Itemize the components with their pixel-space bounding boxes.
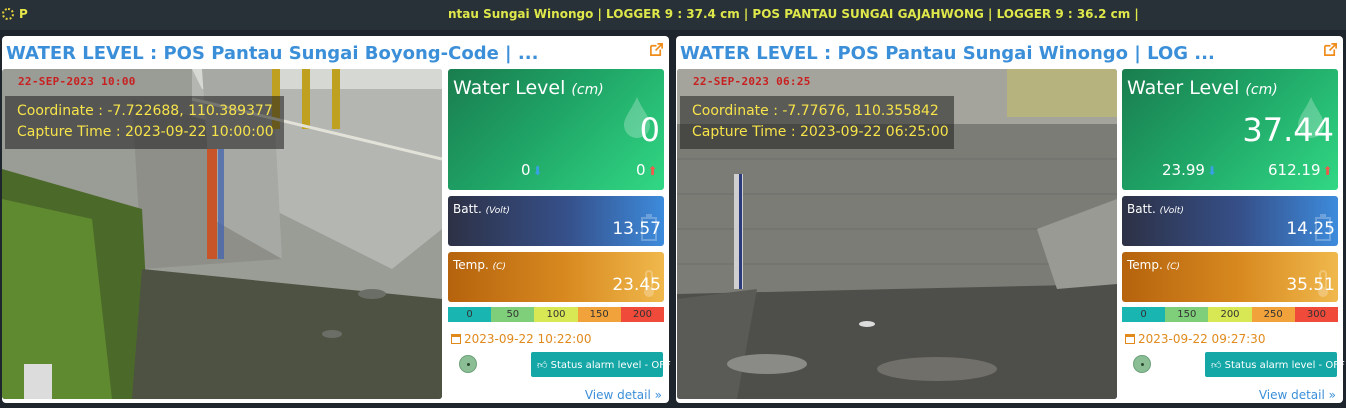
temperature-card: Temp. (C) 35.51 xyxy=(1122,252,1338,302)
last-update: 2023-09-22 09:27:30 xyxy=(1125,332,1265,346)
water-level-label: Water Level (cm) xyxy=(453,77,604,99)
battery-value: 13.57 xyxy=(612,219,661,239)
scale-step: 100 xyxy=(534,307,578,322)
camera-timestamp: 22-SEP-2023 06:25 xyxy=(693,75,811,88)
status-indicator-icon xyxy=(1133,355,1151,373)
status-indicator-icon xyxy=(459,355,477,373)
news-ticker: ntau Sungai Winongo | LOGGER 9 : 37.4 cm… xyxy=(448,7,1139,21)
camera-image[interactable]: 22-SEP-2023 10:00 Coordinate : -7.722688… xyxy=(2,69,442,399)
arrow-down-icon: ⬇ xyxy=(1206,164,1218,178)
battery-label: Batt. (Volt) xyxy=(1127,202,1184,216)
water-level-card: Water Level (cm) 37.44 23.99 ⬇ 612.19 ⬆ xyxy=(1122,69,1338,190)
scale-step: 50 xyxy=(491,307,535,322)
alarm-status-button[interactable]: 👍︎ Status alarm level - OFF xyxy=(1205,352,1345,377)
water-level-value: 37.44 xyxy=(1242,111,1334,149)
loading-spinner-icon xyxy=(2,8,14,20)
calendar-icon xyxy=(1125,334,1135,344)
top-bar: P ntau Sungai Winongo | LOGGER 9 : 37.4 … xyxy=(0,0,1346,30)
arrow-up-icon: ⬆ xyxy=(1322,164,1333,178)
scale-step: 150 xyxy=(577,307,621,322)
battery-value: 14.25 xyxy=(1286,219,1335,239)
scale-step: 250 xyxy=(1251,307,1295,322)
scale-step: 0 xyxy=(448,307,492,322)
water-level-card: Water Level (cm) 0 0 ⬇ 0 ⬆ xyxy=(448,69,664,190)
scale-step: 200 xyxy=(620,307,665,322)
temperature-card: Temp. (C) 23.45 xyxy=(448,252,664,302)
temperature-value: 35.51 xyxy=(1286,275,1335,295)
station-panel: WATER LEVEL : POS Pantau Sungai Boyong-C… xyxy=(2,36,671,403)
view-detail-link[interactable]: View detail » xyxy=(1259,388,1336,402)
camera-timestamp: 22-SEP-2023 10:00 xyxy=(18,75,136,88)
coordinate-text: Coordinate : -7.77676, 110.355842 xyxy=(692,103,939,119)
scale-step: 0 xyxy=(1122,307,1166,322)
water-level-max: 612.19 ⬆ xyxy=(1268,161,1333,179)
level-scale: 0 50 100 150 200 xyxy=(448,307,665,322)
arrow-down-icon: ⬇ xyxy=(532,164,543,178)
scale-step: 200 xyxy=(1208,307,1252,322)
thumbs-up-icon: 👍︎ xyxy=(537,359,548,371)
view-detail-link[interactable]: View detail » xyxy=(585,388,662,402)
external-link-icon[interactable] xyxy=(649,42,664,57)
external-link-icon[interactable] xyxy=(1323,42,1338,57)
level-scale: 0 150 200 250 300 xyxy=(1122,307,1339,322)
capture-time-text: Capture Time : 2023-09-22 06:25:00 xyxy=(692,124,949,140)
water-level-max: 0 ⬆ xyxy=(636,161,658,179)
battery-card: Batt. (Volt) 14.25 xyxy=(1122,196,1338,246)
thumbs-up-icon: 👍︎ xyxy=(1211,359,1222,371)
capture-time-text: Capture Time : 2023-09-22 10:00:00 xyxy=(17,124,274,140)
temperature-label: Temp. (C) xyxy=(1127,258,1180,272)
water-level-label: Water Level (cm) xyxy=(1127,77,1278,99)
battery-card: Batt. (Volt) 13.57 xyxy=(448,196,664,246)
battery-label: Batt. (Volt) xyxy=(453,202,510,216)
coordinate-text: Coordinate : -7.722688, 110.389377 xyxy=(17,103,273,119)
panel-title[interactable]: WATER LEVEL : POS Pantau Sungai Winongo … xyxy=(680,43,1215,64)
panel-title[interactable]: WATER LEVEL : POS Pantau Sungai Boyong-C… xyxy=(6,43,538,64)
camera-info-overlay: Coordinate : -7.77676, 110.355842 Captur… xyxy=(680,96,954,149)
alarm-status-button[interactable]: 👍︎ Status alarm level - OFF xyxy=(531,352,671,377)
water-level-value: 0 xyxy=(639,111,660,149)
app-label: P xyxy=(19,7,28,21)
station-panel: WATER LEVEL : POS Pantau Sungai Winongo … xyxy=(676,36,1345,403)
scale-step: 300 xyxy=(1294,307,1339,322)
calendar-icon xyxy=(451,334,461,344)
temperature-label: Temp. (C) xyxy=(453,258,506,272)
water-level-min: 0 ⬇ xyxy=(521,161,543,179)
scale-step: 150 xyxy=(1165,307,1209,322)
temperature-value: 23.45 xyxy=(612,275,661,295)
arrow-up-icon: ⬆ xyxy=(647,164,658,178)
last-update: 2023-09-22 10:22:00 xyxy=(451,332,591,346)
water-level-min: 23.99 ⬇ xyxy=(1162,161,1218,179)
camera-image[interactable]: 22-SEP-2023 06:25 Coordinate : -7.77676,… xyxy=(677,69,1117,399)
camera-info-overlay: Coordinate : -7.722688, 110.389377 Captu… xyxy=(5,96,284,149)
